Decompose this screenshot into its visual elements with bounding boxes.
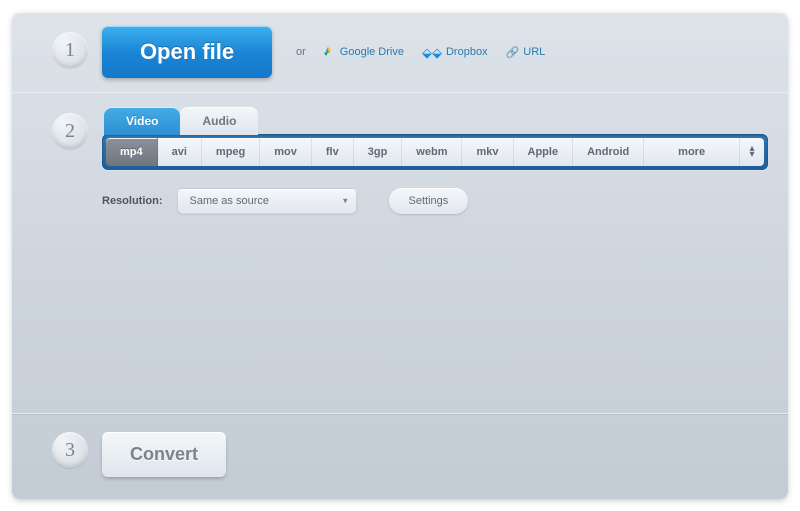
tab-video[interactable]: Video [104, 107, 180, 135]
step-1: 1 Open file or Google Drive ⬙⬙ Dropbox 🔗… [12, 12, 788, 93]
format-mkv[interactable]: mkv [462, 138, 513, 166]
format-flv[interactable]: flv [312, 138, 354, 166]
format-mpeg[interactable]: mpeg [202, 138, 260, 166]
step-3: 3 Convert [12, 413, 788, 499]
step-badge-1: 1 [52, 32, 88, 68]
settings-button[interactable]: Settings [389, 188, 469, 214]
format-more-stepper[interactable]: ▴ ▾ [740, 138, 764, 166]
url-link[interactable]: 🔗 URL [506, 46, 546, 59]
google-drive-link[interactable]: Google Drive [324, 46, 404, 58]
format-mov[interactable]: mov [260, 138, 312, 166]
converter-panel: 1 Open file or Google Drive ⬙⬙ Dropbox 🔗… [12, 12, 788, 499]
chevron-down-icon: ▾ [343, 196, 348, 207]
resolution-label: Resolution: [102, 195, 163, 207]
resolution-value: Same as source [190, 195, 269, 207]
open-file-button[interactable]: Open file [102, 26, 272, 78]
convert-button[interactable]: Convert [102, 432, 226, 477]
step-badge-2: 2 [52, 113, 88, 149]
link-icon: 🔗 [506, 46, 520, 59]
step-2: 2 Video Audio mp4 avi mpeg mov flv 3gp w… [12, 93, 788, 373]
tab-audio[interactable]: Audio [180, 107, 258, 135]
media-tabs: Video Audio [102, 107, 768, 135]
format-apple[interactable]: Apple [514, 138, 574, 166]
resolution-select[interactable]: Same as source ▾ [177, 188, 357, 214]
format-webm[interactable]: webm [402, 138, 462, 166]
dropbox-link[interactable]: ⬙⬙ Dropbox [422, 46, 488, 59]
format-bar: mp4 avi mpeg mov flv 3gp webm mkv Apple … [102, 134, 768, 170]
url-label: URL [523, 46, 545, 58]
format-mp4[interactable]: mp4 [106, 138, 158, 166]
format-more[interactable]: more [644, 138, 740, 166]
resolution-row: Resolution: Same as source ▾ Settings [102, 188, 768, 214]
dropbox-icon: ⬙⬙ [422, 46, 442, 59]
dropbox-label: Dropbox [446, 46, 488, 58]
format-3gp[interactable]: 3gp [354, 138, 403, 166]
format-avi[interactable]: avi [158, 138, 202, 166]
google-drive-label: Google Drive [340, 46, 404, 58]
format-android[interactable]: Android [573, 138, 644, 166]
step-badge-3: 3 [52, 432, 88, 468]
chevron-down-icon: ▾ [749, 152, 754, 158]
or-label: or [296, 46, 306, 58]
step-1-row: Open file or Google Drive ⬙⬙ Dropbox 🔗 U… [102, 26, 768, 78]
google-drive-icon [324, 46, 336, 58]
